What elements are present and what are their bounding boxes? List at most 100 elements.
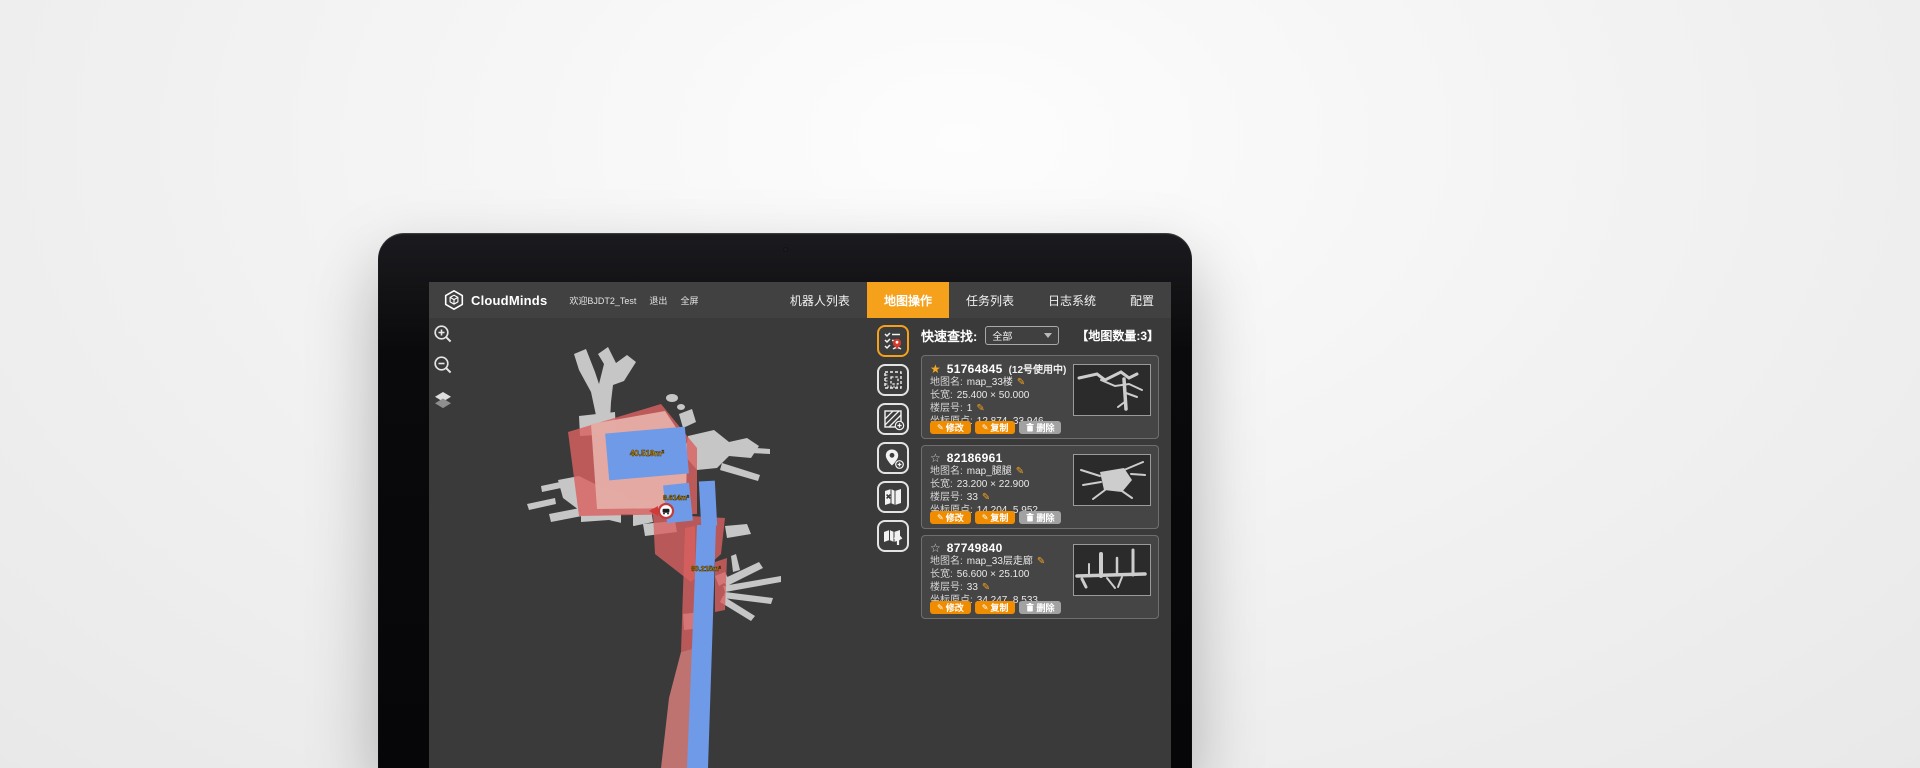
nav-tabs: 机器人列表 地图操作 任务列表 日志系统 配置 xyxy=(773,282,1171,318)
field-label: 长宽: xyxy=(930,568,953,581)
pencil-icon: ✎ xyxy=(982,423,989,432)
pencil-icon: ✎ xyxy=(937,513,944,522)
map-id: 87749840 xyxy=(947,541,1003,555)
star-icon[interactable]: ☆ xyxy=(930,452,941,464)
panel-toolbar: 快速查找: 全部 【地图数量:3】 xyxy=(921,322,1159,348)
layers-icon[interactable] xyxy=(432,389,454,411)
laptop-frame: CloudMinds 欢迎BJDT2_Test 退出 全屏 机器人列表 地图操作… xyxy=(378,233,1192,768)
map-zoom-controls xyxy=(432,323,454,411)
app-screen: CloudMinds 欢迎BJDT2_Test 退出 全屏 机器人列表 地图操作… xyxy=(429,282,1171,768)
webcam-dot xyxy=(783,247,788,252)
copy-map-button[interactable]: ✎复制 xyxy=(975,511,1016,524)
top-nav-bar: CloudMinds 欢迎BJDT2_Test 退出 全屏 机器人列表 地图操作… xyxy=(429,282,1171,318)
tab-map-operation[interactable]: 地图操作 xyxy=(867,282,949,318)
trash-icon xyxy=(1026,513,1034,522)
measure-area-icon xyxy=(881,368,905,392)
occupancy-map: 40.519m² 8.614m² 80.215m² xyxy=(429,318,875,768)
delete-map-button[interactable]: 删除 xyxy=(1019,421,1061,434)
map-card: ☆ 82186961 地图名: map_腿腿 ✎ 长宽: 23.200 × 22.90… xyxy=(921,445,1159,529)
map-id: 51764845 xyxy=(947,362,1003,376)
brand-name: CloudMinds xyxy=(471,293,547,308)
field-label: 楼层号: xyxy=(930,402,963,415)
map-id: 82186961 xyxy=(947,451,1003,465)
map-tool-rail xyxy=(875,318,911,768)
session-area: 欢迎BJDT2_Test 退出 全屏 xyxy=(569,282,698,318)
map-floor: 33 xyxy=(967,581,978,594)
map-size: 56.600 × 25.100 xyxy=(957,568,1030,581)
tab-config[interactable]: 配置 xyxy=(1113,282,1171,318)
map-gap xyxy=(621,514,633,526)
edit-pencil-icon[interactable]: ✎ xyxy=(1016,465,1024,478)
map-thumbnail[interactable] xyxy=(1073,364,1151,416)
cloudminds-logo-icon xyxy=(443,289,465,311)
welcome-text: 欢迎BJDT2_Test xyxy=(569,294,636,307)
field-label: 地图名: xyxy=(930,465,963,478)
copy-map-button[interactable]: ✎复制 xyxy=(975,601,1016,614)
brand: CloudMinds xyxy=(429,282,547,318)
trash-icon xyxy=(1026,423,1034,432)
field-label: 楼层号: xyxy=(930,491,963,504)
chevron-down-icon xyxy=(1044,333,1052,338)
trash-icon xyxy=(1026,603,1034,612)
delete-map-button[interactable]: 删除 xyxy=(1019,601,1061,614)
area-label-2: 8.614m² xyxy=(663,495,690,502)
map-thumbnail[interactable] xyxy=(1073,454,1151,506)
area-label-1: 40.519m² xyxy=(630,449,665,458)
dropdown-value: 全部 xyxy=(992,328,1012,343)
main-content: 40.519m² 8.614m² 80.215m² xyxy=(429,318,1171,768)
edit-pencil-icon[interactable]: ✎ xyxy=(982,491,990,504)
map-in-use-note: (12号使用中) xyxy=(1009,361,1067,376)
map-thumbnail[interactable] xyxy=(1073,544,1151,596)
field-label: 地图名: xyxy=(930,376,963,389)
copy-map-button[interactable]: ✎复制 xyxy=(975,421,1016,434)
fullscreen-link[interactable]: 全屏 xyxy=(680,294,698,307)
edit-pencil-icon[interactable]: ✎ xyxy=(1017,376,1025,389)
page-background: CloudMinds 欢迎BJDT2_Test 退出 全屏 机器人列表 地图操作… xyxy=(0,0,1920,768)
task-point-list-icon xyxy=(881,329,905,353)
logout-link[interactable]: 退出 xyxy=(649,294,667,307)
tab-robot-list[interactable]: 机器人列表 xyxy=(773,282,867,318)
map-name: map_腿腿 xyxy=(967,465,1012,478)
edit-map-button[interactable]: ✎修改 xyxy=(930,511,971,524)
map-canvas[interactable]: 40.519m² 8.614m² 80.215m² xyxy=(429,318,875,768)
virtual-wall-add-icon xyxy=(881,407,905,431)
tool-measure-area-button[interactable] xyxy=(877,364,909,396)
edit-map-button[interactable]: ✎修改 xyxy=(930,421,971,434)
edit-pencil-icon[interactable]: ✎ xyxy=(982,581,990,594)
area-label-3: 80.215m² xyxy=(691,566,722,573)
zoom-out-icon[interactable] xyxy=(432,354,454,376)
map-count-badge: 【地图数量:3】 xyxy=(1076,327,1159,344)
quick-search-label: 快速查找: xyxy=(921,326,977,345)
edit-map-button[interactable]: ✎修改 xyxy=(930,601,971,614)
pencil-icon: ✎ xyxy=(982,603,989,612)
tool-virtual-wall-button[interactable] xyxy=(877,403,909,435)
field-label: 长宽: xyxy=(930,389,953,402)
zoom-in-icon[interactable] xyxy=(432,323,454,345)
field-label: 地图名: xyxy=(930,555,963,568)
map-name: map_33楼 xyxy=(967,376,1013,389)
map-floor: 33 xyxy=(967,491,978,504)
map-size: 23.200 × 22.900 xyxy=(957,478,1030,491)
tab-log-system[interactable]: 日志系统 xyxy=(1031,282,1113,318)
star-icon[interactable]: ★ xyxy=(930,363,941,375)
tool-map-upload-button[interactable] xyxy=(877,520,909,552)
map-size: 25.400 × 50.000 xyxy=(957,389,1030,402)
add-point-icon xyxy=(881,446,905,470)
pencil-icon: ✎ xyxy=(937,603,944,612)
quick-search-dropdown[interactable]: 全部 xyxy=(985,326,1059,345)
tool-add-point-button[interactable] xyxy=(877,442,909,474)
tool-map-discard-button[interactable] xyxy=(877,481,909,513)
field-label: 楼层号: xyxy=(930,581,963,594)
edit-pencil-icon[interactable]: ✎ xyxy=(976,402,984,415)
tool-task-point-list-button[interactable] xyxy=(877,325,909,357)
map-list-panel: 快速查找: 全部 【地图数量:3】 ★ 51764845 xyxy=(911,318,1171,768)
tab-task-list[interactable]: 任务列表 xyxy=(949,282,1031,318)
map-card: ☆ 87749840 地图名: map_33层走廊 ✎ 长宽: 56.600 × 25… xyxy=(921,535,1159,619)
pencil-icon: ✎ xyxy=(937,423,944,432)
edit-pencil-icon[interactable]: ✎ xyxy=(1037,555,1045,568)
star-icon[interactable]: ☆ xyxy=(930,542,941,554)
pencil-icon: ✎ xyxy=(982,513,989,522)
map-name: map_33层走廊 xyxy=(967,555,1033,568)
field-label: 长宽: xyxy=(930,478,953,491)
delete-map-button[interactable]: 删除 xyxy=(1019,511,1061,524)
